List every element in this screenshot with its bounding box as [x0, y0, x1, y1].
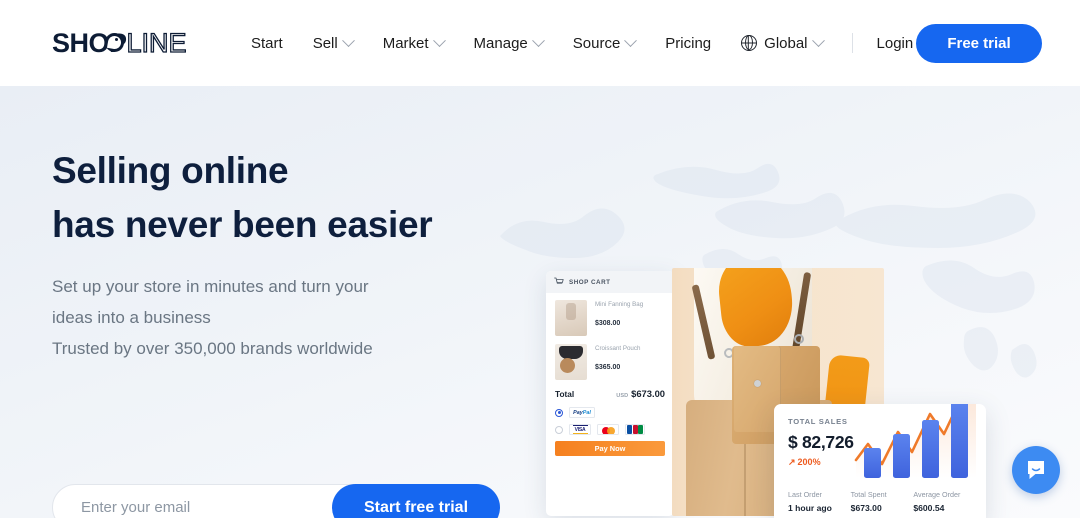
shopline-logo[interactable]: SHOP LINE [52, 28, 187, 58]
product-name: Croissant Pouch [595, 345, 641, 352]
sales-bar-chart [854, 404, 976, 478]
payment-option-paypal[interactable]: Pay Pal [555, 407, 665, 418]
pay-now-button[interactable]: Pay Now [555, 441, 665, 456]
page-title: Selling online has never been easier [52, 144, 522, 252]
nav-label: Source [572, 34, 621, 52]
free-trial-button[interactable]: Free trial [916, 24, 1042, 63]
hero-title-line1: Selling online [52, 150, 289, 191]
product-name: Mini Fanning Bag [595, 301, 644, 308]
payment-option-cards[interactable]: VISA [555, 424, 665, 435]
stat-value: $600.54 [913, 503, 945, 513]
logo-text-light: LINE [126, 27, 187, 58]
hero-copy: Selling online has never been easier Set… [52, 144, 522, 364]
signup-form: Start free trial * No credit card requir… [52, 484, 500, 518]
stat-last-order: Last Order 1 hour ago [788, 490, 851, 513]
nav-label: Manage [473, 34, 528, 52]
shop-cart-card: SHOP CART Mini Fanning Bag $308.00 Crois… [546, 271, 674, 516]
hero-title-line2: has never been easier [52, 204, 433, 246]
hero-section: Selling online has never been easier Set… [0, 86, 1080, 518]
cart-item[interactable]: Croissant Pouch $365.00 [555, 344, 665, 380]
stat-label: Last Order [788, 490, 822, 499]
total-label: Total [555, 389, 575, 399]
main-navigation: Start Sell Market Manage Source Pricing [236, 0, 923, 86]
nav-item-global[interactable]: Global [726, 27, 837, 60]
chevron-down-icon [341, 33, 355, 47]
nav-item-manage[interactable]: Manage [459, 27, 558, 60]
signup-row: Start free trial [52, 484, 500, 518]
jcb-logo-icon [625, 424, 645, 435]
arrow-up-right-icon: ↗ [788, 456, 796, 467]
total-sales-card: TOTAL SALES $ 82,726 ↗ 200% Last Order 1… [774, 404, 986, 518]
login-link[interactable]: Login [867, 27, 924, 60]
shopping-cart-icon [554, 277, 564, 284]
nav-item-start[interactable]: Start [236, 27, 298, 60]
product-price: $308.00 [595, 320, 621, 328]
cart-body: Mini Fanning Bag $308.00 Croissant Pouch… [546, 293, 674, 456]
mastercard-logo-icon [597, 424, 619, 435]
nav-item-pricing[interactable]: Pricing [650, 27, 726, 60]
hero-subtitle: Set up your store in minutes and turn yo… [52, 271, 522, 364]
globe-icon [741, 34, 758, 51]
chat-widget-button[interactable] [1012, 446, 1060, 494]
chevron-down-icon [811, 33, 825, 47]
radio-unselected-icon[interactable] [555, 425, 563, 434]
visa-logo-icon: VISA [569, 424, 591, 435]
stat-value: 1 hour ago [788, 503, 832, 513]
landing-page: SHOP LINE Start Sell Market Manage Sourc… [0, 0, 1080, 518]
hero-sub-line3: Trusted by over 350,000 brands worldwide [52, 339, 373, 359]
header-divider [851, 33, 853, 53]
cart-header-label: SHOP CART [569, 278, 611, 286]
cart-header: SHOP CART [546, 271, 674, 293]
nav-label: Start [251, 34, 283, 52]
nav-label: Market [382, 34, 429, 52]
nav-item-market[interactable]: Market [368, 27, 459, 60]
nav-item-sell[interactable]: Sell [298, 27, 368, 60]
stat-average-order: Average Order $600.54 [913, 490, 976, 513]
growth-value: 200% [797, 457, 821, 467]
product-thumbnail [555, 344, 587, 380]
stat-label: Total Spent [850, 490, 887, 499]
nav-label: Global [764, 34, 808, 52]
total-currency: USD [616, 393, 629, 399]
hero-sub-line2: ideas into a business [52, 308, 211, 328]
photo-bag-ring-right [794, 334, 804, 344]
sales-stats-row: Last Order 1 hour ago Total Spent $673.0… [788, 490, 976, 513]
nav-label: Sell [312, 34, 338, 52]
chevron-down-icon [624, 33, 638, 47]
stat-total-spent: Total Spent $673.00 [851, 490, 914, 513]
nav-label: Pricing [665, 34, 712, 52]
chevron-down-icon [432, 33, 446, 47]
tag-circle-icon [105, 33, 124, 52]
start-free-trial-button[interactable]: Start free trial [332, 484, 500, 518]
site-header: SHOP LINE Start Sell Market Manage Sourc… [0, 0, 1080, 86]
nav-item-source[interactable]: Source [558, 27, 651, 60]
chevron-down-icon [531, 33, 545, 47]
stat-label: Average Order [913, 490, 961, 499]
radio-selected-icon[interactable] [555, 408, 563, 417]
total-amount: $673.00 [631, 388, 665, 399]
product-price: $365.00 [595, 364, 621, 372]
hero-sub-line1: Set up your store in minutes and turn yo… [52, 277, 369, 297]
cart-item[interactable]: Mini Fanning Bag $308.00 [555, 300, 665, 336]
stat-value: $673.00 [850, 503, 882, 513]
cart-total-row: Total USD $673.00 [555, 388, 665, 407]
paypal-logo-icon: Pay Pal [569, 407, 595, 418]
chat-bubble-smile-icon [1028, 461, 1044, 479]
product-thumbnail [555, 300, 587, 336]
